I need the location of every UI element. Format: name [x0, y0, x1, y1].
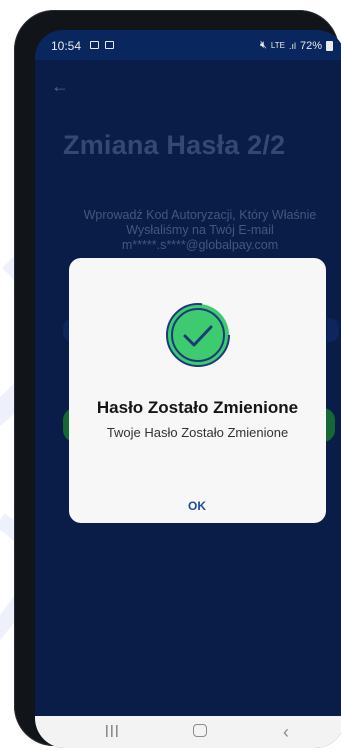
success-dialog: Hasło Zostało Zmienione Twoje Hasło Zost…: [69, 258, 326, 523]
recents-icon[interactable]: [105, 725, 119, 737]
phone-screen: 10:54 🔇︎ LTE .ıl 72% ← Zmiana Hasła 2/2 …: [35, 30, 341, 748]
nav-back-icon[interactable]: ‹: [283, 722, 289, 743]
phone-frame: 10:54 🔇︎ LTE .ıl 72% ← Zmiana Hasła 2/2 …: [14, 10, 341, 748]
success-check-icon: [166, 303, 230, 367]
home-icon[interactable]: [193, 724, 207, 737]
dialog-message: Twoje Hasło Zostało Zmienione: [106, 425, 289, 440]
dialog-title: Hasło Zostało Zmienione: [96, 398, 299, 417]
android-nav-bar: ‹: [35, 716, 341, 748]
ok-button[interactable]: OK: [167, 494, 227, 518]
